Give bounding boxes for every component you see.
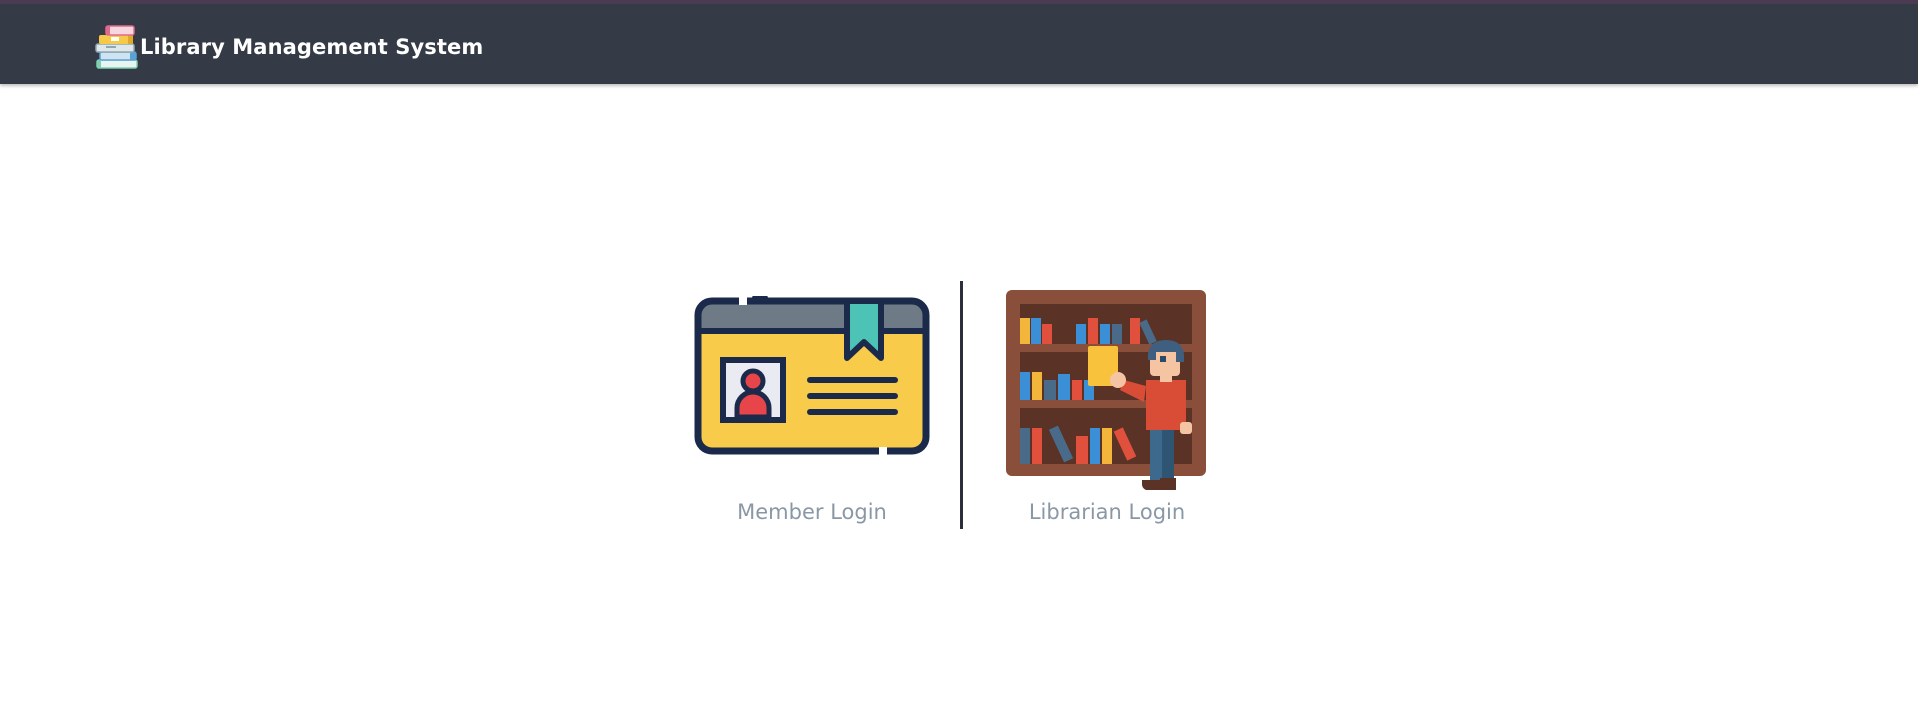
librarian-login-label: Librarian Login [1028,500,1186,524]
member-login-option[interactable]: Member Login [690,290,934,535]
id-card-icon [694,296,930,455]
librarian-bookshelf-icon [1006,290,1206,490]
login-options-area: Member Login Librarian Login [0,0,1918,701]
vertical-divider [960,281,963,529]
member-login-label: Member Login [737,500,887,524]
librarian-login-option[interactable]: Librarian Login [1000,285,1214,535]
